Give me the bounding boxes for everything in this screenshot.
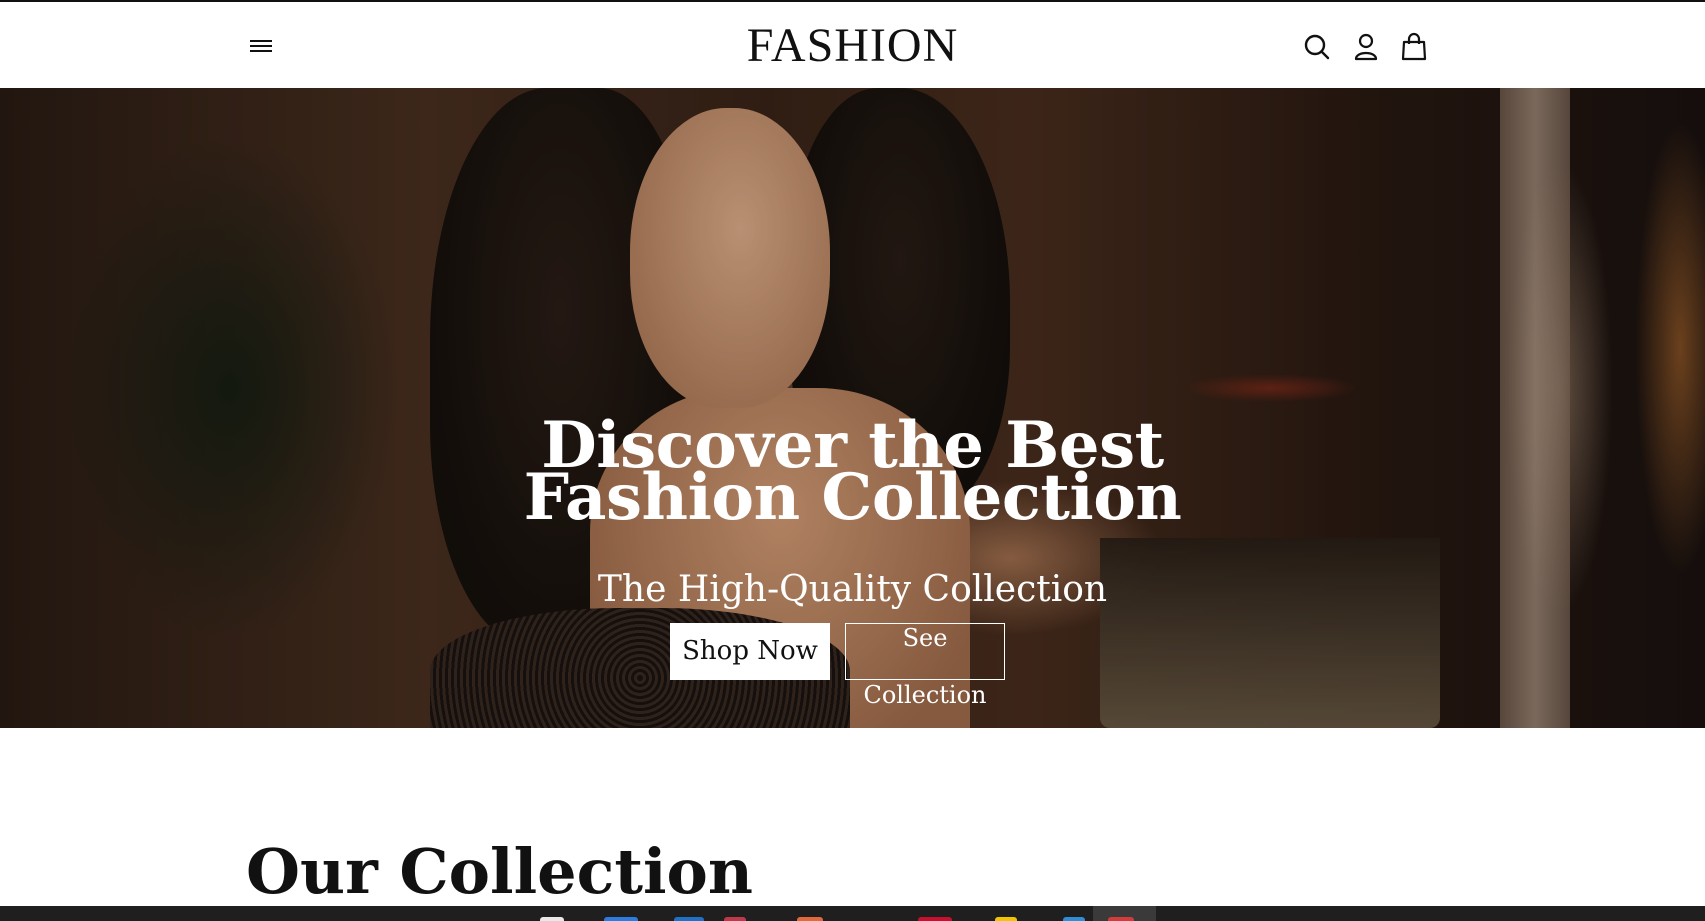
see-collection-button[interactable]: See Collection bbox=[845, 623, 1005, 709]
browser-icon[interactable] bbox=[797, 917, 823, 921]
hamburger-icon bbox=[250, 40, 272, 52]
files-icon[interactable] bbox=[604, 917, 638, 921]
collection-heading: Our Collection bbox=[246, 835, 753, 908]
shopping-bag-icon bbox=[1401, 32, 1427, 61]
active-app-icon[interactable] bbox=[1108, 917, 1134, 921]
cart-button[interactable] bbox=[1400, 32, 1428, 62]
hero-title-line-2: Fashion Collection bbox=[523, 460, 1182, 535]
vscode-icon[interactable] bbox=[1063, 917, 1085, 921]
taskbar bbox=[0, 906, 1705, 921]
shop-now-button[interactable]: Shop Now bbox=[670, 623, 830, 680]
menu-button[interactable] bbox=[248, 34, 274, 58]
brand-logo[interactable]: FASHION bbox=[747, 19, 958, 72]
chrome-icon[interactable] bbox=[540, 917, 564, 921]
search-button[interactable] bbox=[1303, 32, 1331, 62]
see-collection-label: See Collection bbox=[863, 624, 987, 709]
edge-icon[interactable] bbox=[674, 917, 704, 921]
account-button[interactable] bbox=[1352, 32, 1380, 62]
search-icon bbox=[1304, 34, 1330, 60]
photos-icon[interactable] bbox=[995, 917, 1017, 921]
user-icon bbox=[1354, 33, 1378, 61]
hero-title: Discover the Best Fashion Collection bbox=[0, 414, 1705, 535]
calendar-icon[interactable] bbox=[918, 917, 952, 921]
hero-subtitle: The High-Quality Collection bbox=[597, 569, 1108, 610]
site-header: FASHION bbox=[0, 2, 1705, 88]
app-icon[interactable] bbox=[724, 917, 746, 921]
